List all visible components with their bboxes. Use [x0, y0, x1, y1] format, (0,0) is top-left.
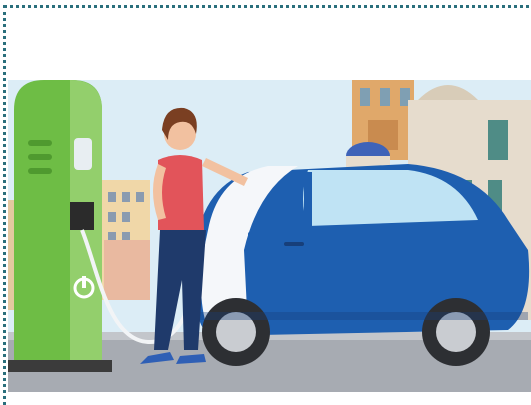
- ev-charging-illustration: [8, 80, 531, 392]
- charging-station-icon: [8, 80, 112, 372]
